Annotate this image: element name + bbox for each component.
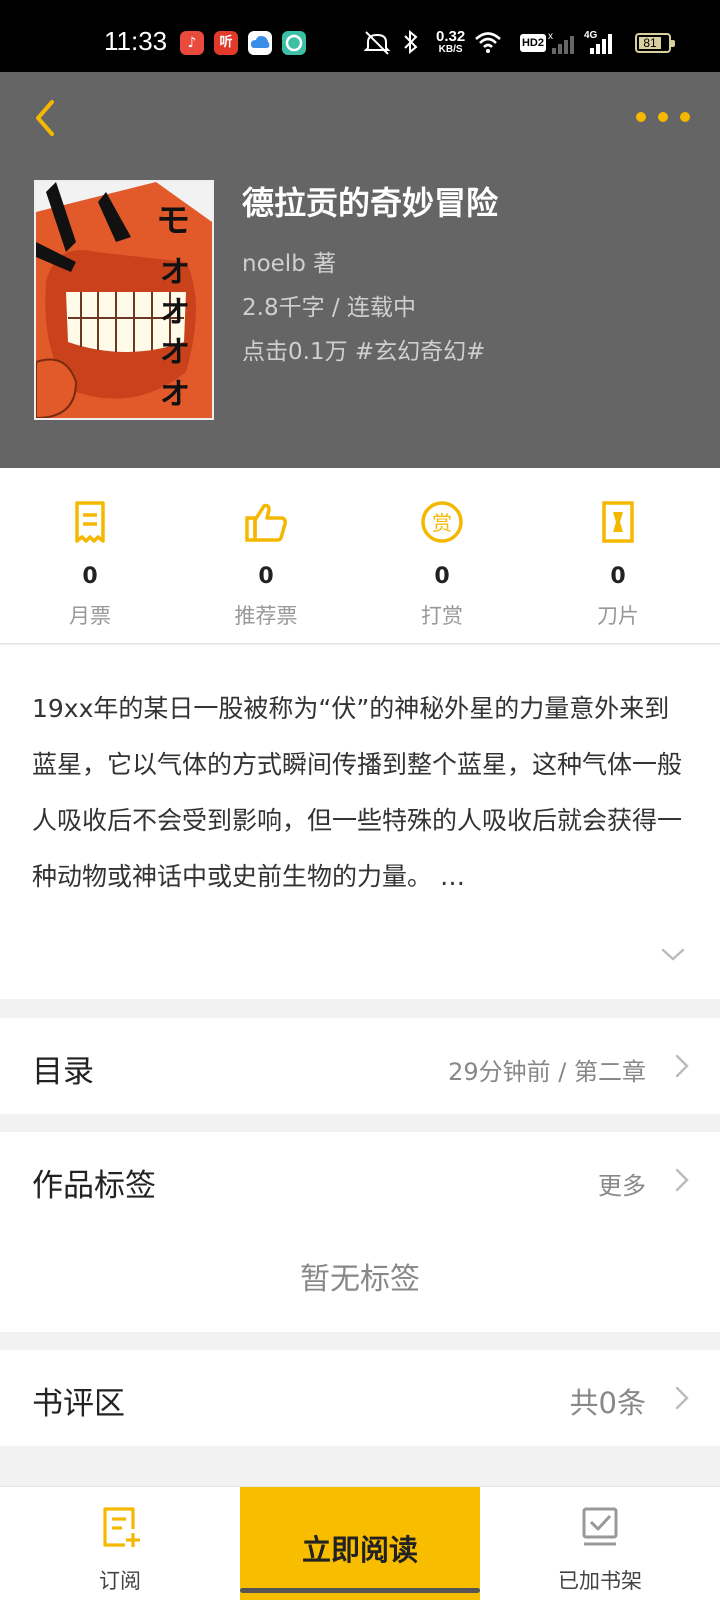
blade-icon (602, 501, 634, 543)
battery-level: 81 (643, 36, 657, 50)
svg-text:オ: オ (160, 255, 190, 290)
back-arrow-icon (36, 100, 54, 136)
bottom-action-bar: 订阅 立即阅读 已加书架 (0, 1486, 720, 1600)
svg-text:赏: 赏 (432, 511, 452, 535)
cover-image: モ オ オ オ オ (36, 182, 212, 418)
more-dot-icon (658, 112, 668, 122)
music-app-icon: ♪ (180, 31, 204, 55)
svg-text:モ: モ (156, 201, 190, 241)
bluetooth-icon (404, 29, 418, 55)
stat-value: 0 (434, 564, 450, 589)
book-size-status: 2.8千字 / 连载中 (242, 295, 416, 321)
blade-stat[interactable]: 0 刀片 (528, 468, 708, 644)
chevron-right-icon (675, 1054, 689, 1078)
bookshelf-label: 已加书架 (558, 1569, 642, 1593)
svg-text:オ: オ (160, 377, 190, 412)
stat-value: 0 (82, 564, 98, 589)
reward-coin-icon: 赏 (421, 501, 463, 543)
stats-bar: 0 月票 0 推荐票 赏 0 打赏 0 刀片 (0, 468, 720, 644)
back-button[interactable] (28, 94, 64, 142)
subscribe-label: 订阅 (99, 1569, 141, 1593)
signal-icon: x (548, 31, 574, 54)
read-now-button[interactable]: 立即阅读 (240, 1487, 480, 1600)
subscribe-icon (103, 1507, 140, 1547)
book-cover[interactable]: モ オ オ オ オ (34, 180, 214, 420)
stat-value: 0 (258, 564, 274, 589)
bookshelf-button[interactable]: 已加书架 (480, 1487, 720, 1600)
chat-app-icon (282, 31, 306, 55)
synopsis-panel[interactable]: 19xx年的某日一股被称为“伏”的神秘外星的力量意外来到蓝星，它以气体的方式瞬间… (0, 645, 720, 999)
home-indicator[interactable] (240, 1588, 480, 1593)
stat-label: 月票 (69, 604, 111, 628)
stat-value: 0 (610, 564, 626, 589)
ticket-icon (75, 501, 105, 543)
svg-text:x: x (548, 31, 553, 42)
toc-row[interactable]: 目录 29分钟前 / 第二章 (0, 1018, 720, 1114)
monthly-ticket-stat[interactable]: 0 月票 (0, 468, 180, 644)
cloud-app-icon (248, 31, 272, 55)
clock: 11:33 (104, 26, 168, 56)
synopsis-text: 19xx年的某日一股被称为“伏”的神秘外星的力量意外来到蓝星，它以气体的方式瞬间… (32, 694, 683, 891)
more-options-button[interactable] (636, 102, 692, 132)
svg-text:オ: オ (160, 335, 190, 370)
tags-more-link[interactable]: 更多 (598, 1166, 646, 1201)
stat-label: 打赏 (421, 604, 463, 628)
reviews-row[interactable]: 书评区 共0条 (0, 1350, 720, 1446)
recommend-ticket-stat[interactable]: 0 推荐票 (176, 468, 356, 644)
hd-voice-badge: HD2 (520, 34, 546, 52)
reviews-title: 书评区 (32, 1386, 125, 1422)
battery-icon: 81 (635, 33, 675, 53)
read-now-label: 立即阅读 (301, 1533, 418, 1567)
network-speed: 0.32 KB/S (436, 28, 466, 55)
chevron-down-icon[interactable] (660, 947, 686, 963)
tags-section: 作品标签 更多 暂无标签 (0, 1132, 720, 1332)
subscribe-button[interactable]: 订阅 (0, 1487, 240, 1600)
status-bar: 11:33 ♪ 听 0.32 KB/S HD2 x 4G 81 (0, 0, 720, 72)
toc-latest-chapter: 29分钟前 / 第二章 (448, 1058, 646, 1086)
tags-title: 作品标签 (32, 1168, 156, 1204)
mute-icon (363, 31, 391, 55)
thumbs-up-icon (245, 503, 287, 542)
reward-stat[interactable]: 赏 0 打赏 (352, 468, 532, 644)
book-author[interactable]: noelb 著 (242, 244, 336, 278)
bookshelf-check-icon (582, 1507, 618, 1546)
book-title: 德拉贡的奇妙冒险 (242, 184, 499, 222)
tags-empty-text: 暂无标签 (300, 1262, 420, 1297)
wifi-icon (475, 32, 501, 53)
listen-app-icon: 听 (214, 31, 238, 55)
chevron-right-icon[interactable] (674, 1167, 690, 1193)
chevron-right-icon (675, 1386, 689, 1410)
toc-title: 目录 (32, 1054, 94, 1090)
stat-label: 刀片 (597, 604, 639, 628)
stat-label: 推荐票 (234, 604, 298, 628)
more-dot-icon (680, 112, 690, 122)
reviews-count: 共0条 (569, 1386, 646, 1420)
signal-icon (590, 34, 612, 54)
book-clicks-genre: 点击0.1万 #玄幻奇幻# (242, 339, 486, 365)
svg-text:オ: オ (160, 295, 190, 330)
book-header: モ オ オ オ オ 德拉贡的奇妙冒险 noelb 著 2.8千字 / 连载中 点… (0, 72, 720, 468)
more-dot-icon (636, 112, 646, 122)
